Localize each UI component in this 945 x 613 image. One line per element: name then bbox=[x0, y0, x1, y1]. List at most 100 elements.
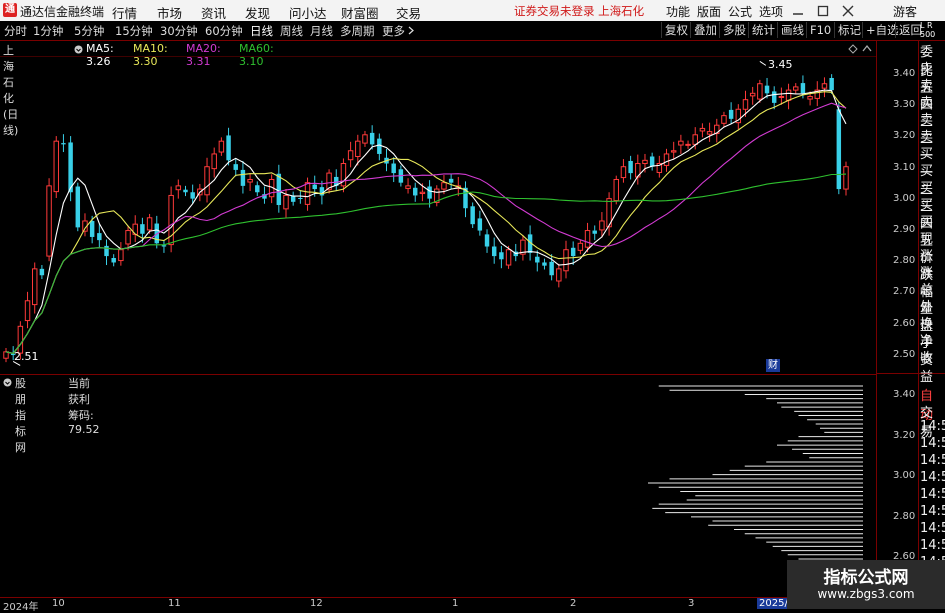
menu-trade[interactable]: 交易 bbox=[396, 3, 421, 22]
candle-body-down bbox=[499, 252, 504, 260]
menu-market[interactable]: 市场 bbox=[157, 3, 182, 22]
period-tab-daily[interactable]: 日线 bbox=[250, 23, 273, 39]
candle-body-down bbox=[491, 246, 497, 257]
profit-chip-value: 当前获利筹码: 79.52 bbox=[68, 377, 100, 436]
minimize-icon[interactable] bbox=[792, 5, 804, 17]
period-tab-5min[interactable]: 5分钟 bbox=[74, 23, 104, 39]
period-tab-60min[interactable]: 60分钟 bbox=[205, 23, 243, 39]
tick-time-label: 14:56 bbox=[920, 504, 945, 519]
ma10-value: MA10: 3.30 bbox=[133, 42, 168, 68]
candle-body-down bbox=[183, 189, 188, 193]
candle-body-down bbox=[240, 169, 246, 186]
mark-button[interactable]: 标记 bbox=[834, 22, 864, 38]
candle-body-down bbox=[484, 234, 490, 247]
f10-button[interactable]: F10 bbox=[806, 22, 834, 38]
candle-body-up bbox=[793, 86, 799, 91]
candle-body-up bbox=[692, 134, 698, 145]
indicator-title: 股朋指标网 bbox=[15, 377, 26, 454]
candle-body-up bbox=[663, 153, 670, 166]
menu-discover[interactable]: 发现 bbox=[245, 3, 270, 22]
date-tick-label: 2024年 bbox=[3, 602, 39, 613]
date-tick-label: 12 bbox=[310, 598, 323, 609]
chip-price-tick-label: 3.20 bbox=[893, 429, 916, 441]
high-price-label: 3.45 bbox=[768, 58, 793, 71]
statistics-button[interactable]: 统计 bbox=[748, 22, 778, 38]
period-tab-intraday[interactable]: 分时 bbox=[4, 23, 27, 39]
period-tab-more[interactable]: 更多 bbox=[382, 23, 405, 39]
candle-body-up bbox=[53, 140, 59, 193]
candle-body-down bbox=[377, 138, 382, 154]
corner-lr-label: L R 500 bbox=[920, 21, 936, 39]
candle-body-up bbox=[785, 89, 792, 101]
candle-body-down bbox=[298, 197, 303, 199]
menu-formula[interactable]: 公式 bbox=[728, 3, 752, 20]
candle-body-up bbox=[125, 230, 131, 245]
menu-quotes[interactable]: 行情 bbox=[112, 3, 137, 22]
candle-body-up bbox=[599, 220, 605, 231]
menu-options[interactable]: 选项 bbox=[759, 3, 783, 20]
overlay-button[interactable]: 叠加 bbox=[690, 22, 720, 38]
candle-body-up bbox=[118, 249, 124, 262]
menu-function[interactable]: 功能 bbox=[666, 3, 690, 20]
candle-body-down bbox=[97, 233, 102, 241]
settings-circle-icon[interactable] bbox=[74, 45, 83, 54]
chevron-right-icon[interactable] bbox=[407, 26, 415, 35]
period-tab-weekly[interactable]: 周线 bbox=[280, 23, 303, 39]
close-icon[interactable] bbox=[842, 5, 854, 17]
chip-price-tick-label: 3.00 bbox=[893, 470, 916, 481]
price-tick-label: 3.00 bbox=[893, 192, 916, 204]
period-toolbar: 分时 1分钟 5分钟 15分钟 30分钟 60分钟 日线 周线 月线 多周期 更… bbox=[0, 21, 945, 41]
draw-line-button[interactable]: 画线 bbox=[777, 22, 807, 38]
candle-body-down bbox=[391, 163, 396, 174]
finance-report-marker[interactable]: 财 bbox=[766, 359, 780, 372]
restore-rights-button[interactable]: 复权 bbox=[661, 22, 691, 38]
candle-body-up bbox=[678, 140, 684, 146]
candle-body-down bbox=[75, 186, 81, 228]
candle-body-up bbox=[441, 182, 447, 190]
period-tab-multi[interactable]: 多周期 bbox=[340, 23, 375, 39]
app-name: 通达信金融终端 bbox=[20, 5, 105, 19]
candle-body-up bbox=[247, 178, 253, 183]
date-axis bbox=[0, 597, 876, 610]
candle-body-up bbox=[204, 166, 210, 196]
candle-body-down bbox=[427, 186, 432, 199]
candle-body-up bbox=[146, 217, 153, 231]
tick-time-label: 14:56 bbox=[920, 538, 945, 553]
menu-layout[interactable]: 版面 bbox=[697, 3, 721, 20]
period-tab-30min[interactable]: 30分钟 bbox=[160, 23, 198, 39]
candle-body-up bbox=[584, 230, 591, 248]
guest-label[interactable]: 游客 bbox=[893, 3, 917, 20]
period-tab-15min[interactable]: 15分钟 bbox=[115, 23, 153, 39]
candle-body-down bbox=[764, 85, 770, 94]
candle-body-up bbox=[31, 268, 38, 306]
multi-stock-button[interactable]: 多股 bbox=[719, 22, 749, 38]
ma60-value: MA60: 3.10 bbox=[239, 42, 274, 68]
tick-time-label: 14:56 bbox=[920, 453, 945, 468]
candle-body-down bbox=[226, 135, 231, 161]
chevron-up-icon[interactable] bbox=[862, 44, 872, 54]
price-tick-label: 2.50 bbox=[893, 348, 916, 360]
tick-time-label: 14:56 bbox=[920, 487, 945, 502]
settings-circle-icon[interactable] bbox=[3, 378, 12, 387]
candle-body-up bbox=[821, 83, 828, 89]
menu-news[interactable]: 资讯 bbox=[201, 3, 226, 22]
kline-chart[interactable] bbox=[0, 41, 876, 597]
candle-body-up bbox=[699, 127, 706, 132]
candle-body-down bbox=[140, 224, 145, 234]
candle-body-down bbox=[255, 185, 260, 193]
candle-body-up bbox=[757, 83, 763, 100]
menu-ask[interactable]: 问小达 bbox=[289, 3, 327, 22]
price-tick-label: 2.70 bbox=[893, 286, 916, 298]
candle-body-up bbox=[620, 166, 627, 179]
diamond-icon[interactable] bbox=[848, 44, 858, 54]
candle-body-up bbox=[670, 150, 677, 153]
candle-body-down bbox=[628, 160, 633, 174]
candle-body-up bbox=[419, 191, 426, 195]
period-tab-1min[interactable]: 1分钟 bbox=[33, 23, 63, 39]
candle-body-up bbox=[613, 178, 619, 202]
date-tick-label: 10 bbox=[52, 598, 65, 609]
maximize-icon[interactable] bbox=[817, 5, 829, 17]
candle-body-up bbox=[685, 143, 691, 146]
menu-wealth[interactable]: 财富圈 bbox=[341, 3, 379, 22]
period-tab-monthly[interactable]: 月线 bbox=[310, 23, 333, 39]
